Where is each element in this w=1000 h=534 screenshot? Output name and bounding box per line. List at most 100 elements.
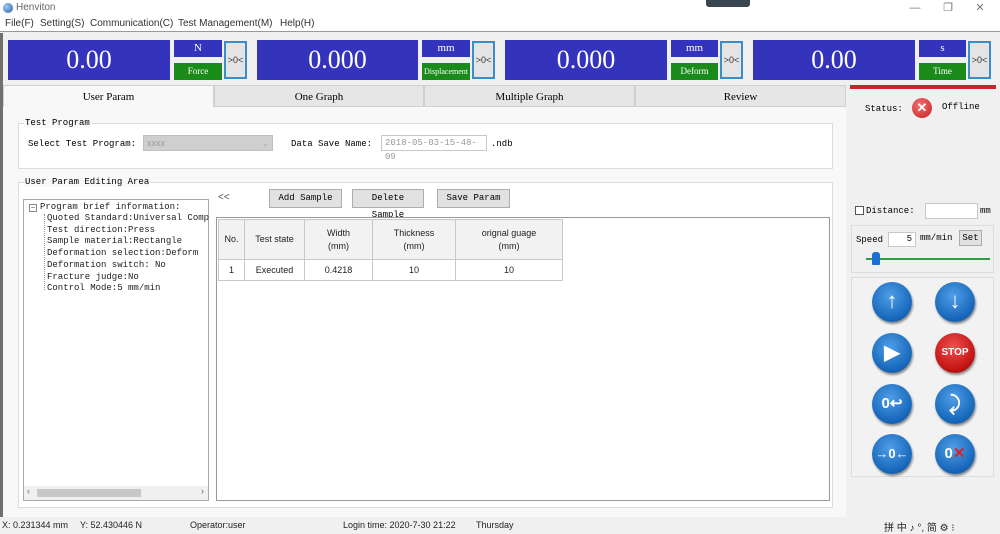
deform-zero-button[interactable]: >0< — [720, 41, 743, 79]
set-speed-button[interactable]: Set — [959, 230, 982, 246]
sample-table: No. Test state Width (mm) Thickness (mm) o… — [216, 217, 830, 501]
time-value: 0.00 — [753, 40, 915, 80]
tree-root[interactable]: Program brief information: — [40, 202, 180, 212]
menu-communication[interactable]: Communication(C) — [90, 18, 173, 29]
save-param-button[interactable]: Save Param — [437, 189, 510, 208]
test-program-select[interactable]: xxxx ⌄ — [143, 135, 273, 151]
status-indicator-bar — [850, 85, 996, 89]
close-button[interactable]: ✕ — [965, 0, 995, 16]
clear-deform-icon: 0✕ — [944, 445, 966, 462]
select-test-program-label: Select Test Program: — [28, 139, 137, 149]
distance-checkbox[interactable] — [855, 206, 864, 215]
play-icon: ▶ — [884, 342, 900, 364]
force-value: 0.00 — [8, 40, 170, 80]
time-unit: s — [919, 40, 966, 57]
table-header-row: No. Test state Width (mm) Thickness (mm) o… — [218, 219, 563, 260]
displacement-unit: mm — [422, 40, 470, 57]
clear-deform-button[interactable]: 0✕ — [935, 434, 975, 474]
menu-file[interactable]: File(F) — [5, 18, 34, 29]
offline-status-icon: ✕ — [912, 98, 932, 118]
column-header-original-gauge[interactable]: orignal guage (mm) — [455, 219, 563, 260]
cell-no[interactable]: 1 — [218, 259, 245, 281]
column-header-no[interactable]: No. — [218, 219, 245, 260]
tree-item[interactable]: Fracture judge:No — [47, 272, 139, 282]
test-program-select-value: xxxx — [147, 138, 165, 148]
speed-unit: mm/min — [920, 233, 953, 243]
cell-original-gauge[interactable]: 10 — [455, 259, 563, 281]
tab-one-graph[interactable]: One Graph — [214, 85, 424, 107]
add-sample-button[interactable]: Add Sample — [269, 189, 342, 208]
delete-sample-button[interactable]: Delete Sample — [352, 189, 424, 220]
restore-button[interactable]: ❐ — [933, 0, 963, 16]
tree-item[interactable]: Deformation selection:Deform — [47, 248, 198, 258]
taskbar-thumbnail — [706, 0, 750, 7]
cell-width[interactable]: 0.4218 — [304, 259, 373, 281]
speed-input[interactable]: 5 — [888, 232, 916, 247]
cell-thickness[interactable]: 10 — [372, 259, 456, 281]
menu-test-management[interactable]: Test Management(M) — [178, 18, 272, 29]
collapse-panel-button[interactable]: << — [218, 192, 230, 203]
stop-button[interactable]: STOP — [935, 333, 975, 373]
force-zero-button[interactable]: >0< — [224, 41, 247, 79]
data-save-name-input[interactable]: 2018-05-03-15-48-09 — [381, 135, 487, 162]
cell-test-state[interactable]: Executed — [244, 259, 305, 281]
displacement-display: 0.000 mm Displacement >0< — [257, 40, 497, 81]
start-button[interactable]: ▶ — [872, 333, 912, 373]
distance-input[interactable] — [925, 203, 978, 219]
tab-multiple-graph[interactable]: Multiple Graph — [424, 85, 635, 107]
scroll-right-icon[interactable]: › — [201, 486, 204, 496]
window-title: Henviton — [16, 2, 56, 13]
test-program-title: Test Program — [24, 118, 91, 128]
ime-toolbar[interactable]: 拼 中 ♪ °, 简 ⚙ ⁝ — [884, 519, 955, 534]
scrollbar-thumb[interactable] — [37, 489, 141, 497]
speed-slider-thumb[interactable] — [871, 252, 880, 265]
tree-item[interactable]: Deformation switch: No — [47, 260, 166, 270]
displacement-label: Displacement — [422, 63, 470, 80]
deform-display: 0.000 mm Deform >0< — [505, 40, 745, 81]
time-label: Time — [919, 63, 966, 80]
force-label: Force — [174, 63, 222, 80]
return-button[interactable]: ⤸ — [935, 384, 975, 424]
return-to-zero-button[interactable]: 0↩ — [872, 384, 912, 424]
status-bar: X: 0.231344 mm Y: 52.430446 N Operator:u… — [0, 517, 1000, 534]
menu-setting[interactable]: Setting(S) — [40, 18, 84, 29]
displacement-zero-button[interactable]: >0< — [472, 41, 495, 79]
horizontal-scrollbar[interactable]: ‹ › — [24, 486, 208, 500]
status-label: Status: — [865, 104, 903, 114]
table-row[interactable]: 1 Executed 0.4218 10 10 — [218, 259, 563, 281]
collapse-node-icon[interactable]: − — [29, 204, 37, 212]
force-unit: N — [174, 40, 222, 57]
time-zero-button[interactable]: >0< — [968, 41, 991, 79]
move-down-button[interactable]: ↓ — [935, 282, 975, 322]
tree-item[interactable]: Test direction:Press — [47, 225, 155, 235]
distance-label: Distance: — [866, 206, 915, 216]
speed-slider[interactable] — [866, 252, 990, 265]
app-logo-icon — [3, 3, 13, 13]
move-up-button[interactable]: ↑ — [872, 282, 912, 322]
column-header-width[interactable]: Width (mm) — [304, 219, 373, 260]
zero-all-button[interactable]: →0← — [872, 434, 912, 474]
x-coordinate: X: 0.231344 mm — [2, 520, 69, 530]
login-time: Login time: 2020-7-30 21:22 — [343, 520, 456, 530]
column-header-thickness[interactable]: Thickness (mm) — [372, 219, 456, 260]
menu-bar: File(F) Setting(S) Communication(C) Test… — [0, 16, 1000, 32]
save-extension: .ndb — [491, 139, 513, 149]
tree-item[interactable]: Control Mode:5 mm/min — [47, 283, 160, 293]
menu-help[interactable]: Help(H) — [280, 18, 314, 29]
deform-value: 0.000 — [505, 40, 667, 80]
scroll-left-icon[interactable]: ‹ — [27, 486, 30, 496]
tree-item[interactable]: Sample material:Rectangle — [47, 236, 182, 246]
tab-review[interactable]: Review — [635, 85, 846, 107]
program-info-tree[interactable]: − Program brief information: Quoted Stan… — [23, 199, 209, 501]
tree-item[interactable]: Quoted Standard:Universal Comp — [47, 213, 209, 223]
title-bar: Henviton — ❐ ✕ — [0, 0, 1000, 16]
deform-label: Deform — [671, 63, 718, 80]
tab-user-param[interactable]: User Param — [3, 85, 214, 107]
time-display: 0.00 s Time >0< — [753, 40, 993, 81]
speed-label: Speed — [856, 235, 884, 245]
column-header-test-state[interactable]: Test state — [244, 219, 305, 260]
status-value: Offline — [942, 102, 980, 112]
deform-unit: mm — [671, 40, 718, 57]
data-save-name-label: Data Save Name: — [291, 139, 373, 149]
minimize-button[interactable]: — — [900, 0, 930, 16]
